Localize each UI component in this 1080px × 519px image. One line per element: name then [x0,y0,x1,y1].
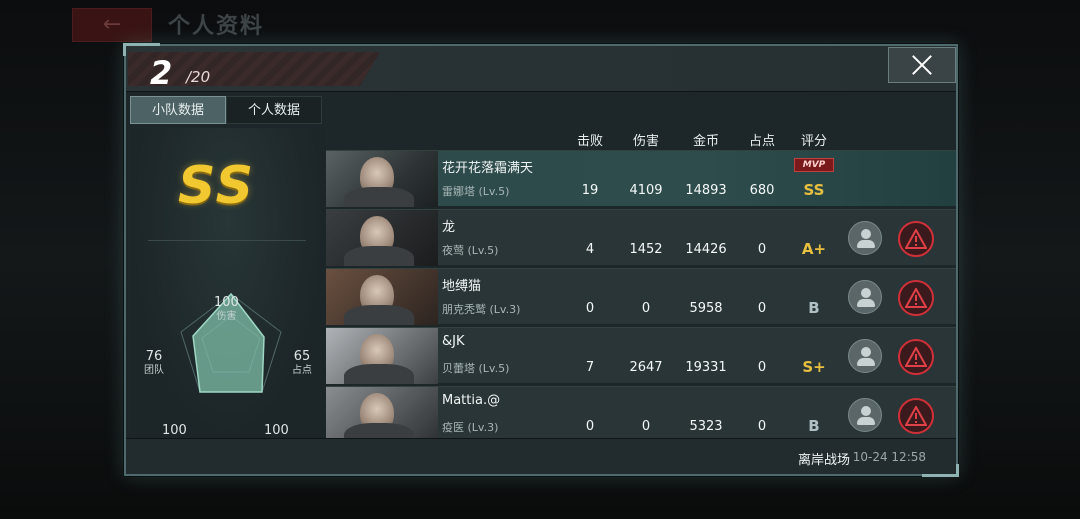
player-damage: 0 [641,419,651,434]
player-kills: 19 [581,183,599,198]
report-button[interactable] [898,398,934,434]
team-summary-panel: SS 100 伤害 65 占点 76 团队 100 发育 100 击败 [130,128,326,450]
player-rating: S+ [802,358,826,376]
stat-capture-value: 65 [293,349,311,364]
plus-icon: + [867,238,877,251]
match-time: 10-24 12:58 [852,450,926,464]
add-friend-button[interactable]: + [848,339,882,373]
player-name: &JK [442,334,465,349]
player-avatar [326,328,438,384]
player-avatar [326,210,438,266]
player-damage: 2647 [629,360,663,375]
plus-icon: + [867,356,877,369]
player-damage: 0 [641,301,651,316]
col-capture: 占点 [748,134,776,149]
stat-kills-value: 100 [264,423,289,438]
player-kills: 0 [585,419,595,434]
player-avatar [326,387,438,443]
player-coins: 14893 [685,183,727,198]
radar-chart [180,292,282,393]
tab-team-data[interactable]: 小队数据 [130,96,226,124]
player-capture: 680 [749,183,775,198]
player-row[interactable]: Mattia.@ 疫医 (Lv.3) 0 0 5323 0 B + [326,386,956,443]
player-avatar [326,151,438,207]
stat-damage-value: 100 [214,295,239,310]
player-rating: A+ [801,240,827,258]
warning-icon [905,406,927,426]
plus-icon: + [867,297,877,310]
add-friend-button[interactable]: + [848,280,882,314]
plus-icon: + [867,415,877,428]
player-list: 花开花落霜满天 雷娜塔 (Lv.5) 19 4109 14893 680 MVP… [326,150,956,445]
player-kills: 4 [585,242,595,257]
player-rating: B [808,417,820,435]
player-coins: 5323 [689,419,723,434]
player-row[interactable]: 地缚猫 朋克秃鹫 (Lv.3) 0 0 5958 0 B + [326,268,956,325]
dialog-footer: 离岸战场 10-24 12:58 [126,438,956,474]
player-capture: 0 [757,419,767,434]
player-name: 花开花落霜满天 [442,161,534,176]
player-character: 夜莺 (Lv.5) [442,244,499,257]
warning-icon [905,288,927,308]
player-name: Mattia.@ [442,393,501,408]
dialog-header: 2 /20 [126,46,956,92]
player-name: 地缚猫 [442,279,482,294]
player-damage: 1452 [629,242,663,257]
stat-team-label: 团队 [144,365,164,376]
back-button: ← [72,8,152,42]
player-kills: 0 [585,301,595,316]
player-character: 朋克秃鹫 (Lv.3) [442,303,521,316]
mvp-badge: MVP [794,158,834,172]
background-title: 个人资料 [168,14,265,39]
player-coins: 14426 [685,242,727,257]
report-button[interactable] [898,221,934,257]
tab-personal-data[interactable]: 个人数据 [226,96,322,124]
tab-bar: 小队数据 个人数据 [130,96,322,124]
stat-growth-value: 100 [162,423,187,438]
col-damage: 伤害 [632,134,660,149]
player-rating: B [808,299,820,317]
col-coins: 金币 [692,134,720,149]
player-capture: 0 [757,360,767,375]
team-grade: SS [178,156,256,216]
game-mode: 离岸战场 [797,453,850,468]
stat-capture-label: 占点 [292,365,312,376]
player-damage: 4109 [629,183,663,198]
page-indicator: 2 /20 [128,52,380,86]
divider [148,240,306,241]
player-capture: 0 [757,301,767,316]
warning-icon [905,347,927,367]
add-friend-button[interactable]: + [848,221,882,255]
close-icon [911,54,933,76]
report-button[interactable] [898,280,934,316]
player-coins: 19331 [685,360,727,375]
player-row[interactable]: &JK 贝蕾塔 (Lv.5) 7 2647 19331 0 S+ + [326,327,956,384]
col-kills: 击败 [576,134,604,149]
player-avatar [326,269,438,325]
page-total: /20 [186,68,211,86]
close-button[interactable] [888,47,956,83]
stat-damage: 100 伤害 [214,296,239,324]
page-current: 2 [150,54,173,92]
match-result-dialog: 2 /20 小队数据 个人数据 SS 100 伤害 65 占点 76 团队 10… [123,43,959,477]
player-row[interactable]: 花开花落霜满天 雷娜塔 (Lv.5) 19 4109 14893 680 MVP… [326,150,956,207]
stat-team-value: 76 [145,349,163,364]
player-name: 龙 [442,220,456,235]
player-rating: SS [803,181,825,199]
player-character: 疫医 (Lv.3) [442,421,499,434]
player-row[interactable]: 龙 夜莺 (Lv.5) 4 1452 14426 0 A+ + [326,209,956,266]
player-capture: 0 [757,242,767,257]
stat-damage-label: 伤害 [216,311,237,322]
warning-icon [905,229,927,249]
add-friend-button[interactable]: + [848,398,882,432]
col-rating: 评分 [800,134,828,149]
player-coins: 5958 [689,301,723,316]
report-button[interactable] [898,339,934,375]
player-character: 雷娜塔 (Lv.5) [442,185,510,198]
table-header: 击败 伤害 金币 占点 评分 [326,128,956,150]
stat-team: 76 团队 [144,350,164,378]
player-character: 贝蕾塔 (Lv.5) [442,362,510,375]
player-kills: 7 [585,360,595,375]
stat-capture: 65 占点 [292,350,312,378]
